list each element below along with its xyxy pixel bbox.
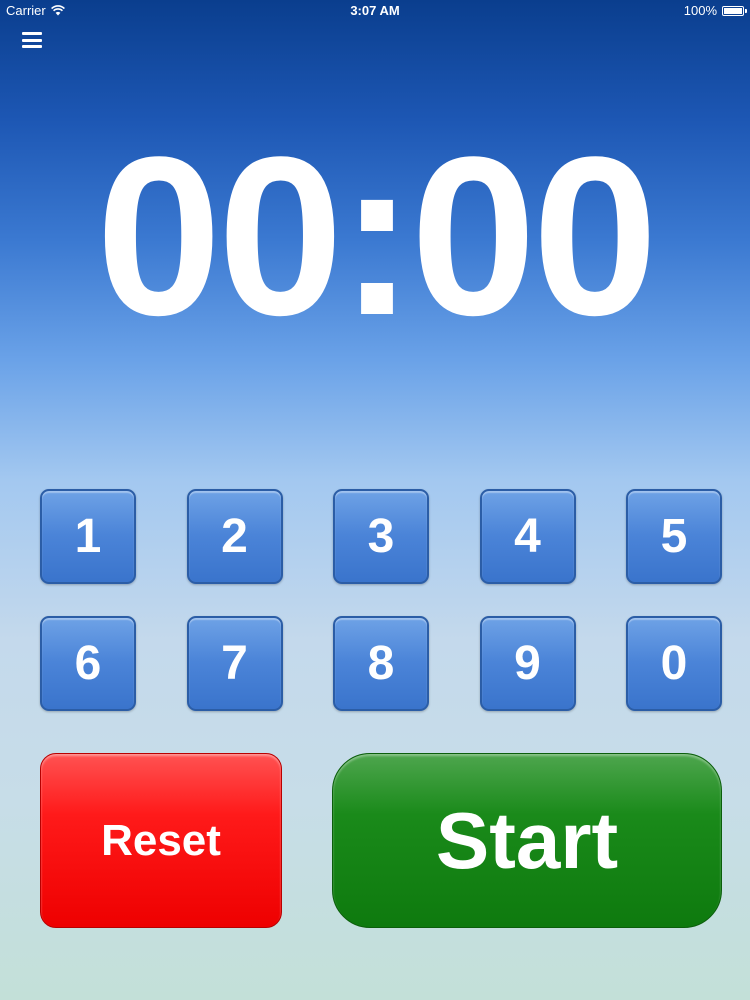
menu-line: [22, 45, 42, 48]
keypad-row: 6 7 8 9 0: [40, 616, 722, 711]
key-5-button[interactable]: 5: [626, 489, 722, 584]
key-0-button[interactable]: 0: [626, 616, 722, 711]
key-8-button[interactable]: 8: [333, 616, 429, 711]
reset-button[interactable]: Reset: [40, 753, 282, 928]
key-4-button[interactable]: 4: [479, 489, 576, 584]
status-time: 3:07 AM: [350, 3, 400, 18]
key-3-button[interactable]: 3: [333, 489, 429, 584]
keypad: 1 2 3 4 5 6 7 8 9 0: [40, 489, 722, 743]
status-bar: Carrier 3:07 AM 100%: [0, 0, 750, 22]
timer-display: 00:00: [95, 109, 658, 362]
key-7-button[interactable]: 7: [186, 616, 283, 711]
menu-line: [22, 38, 42, 42]
key-2-button[interactable]: 2: [186, 489, 283, 584]
battery-percentage: 100%: [683, 3, 717, 18]
battery-icon: [722, 6, 747, 16]
start-button-label: Start: [435, 795, 619, 885]
battery-group: 100%: [683, 0, 747, 22]
menu-line: [22, 32, 42, 35]
reset-button-label: Reset: [101, 815, 221, 865]
keypad-row: 1 2 3 4 5: [40, 489, 722, 584]
key-9-button[interactable]: 9: [479, 616, 576, 711]
hamburger-menu-icon[interactable]: [22, 32, 42, 48]
start-button[interactable]: Start: [332, 753, 722, 928]
key-1-button[interactable]: 1: [40, 489, 136, 584]
key-6-button[interactable]: 6: [40, 616, 136, 711]
